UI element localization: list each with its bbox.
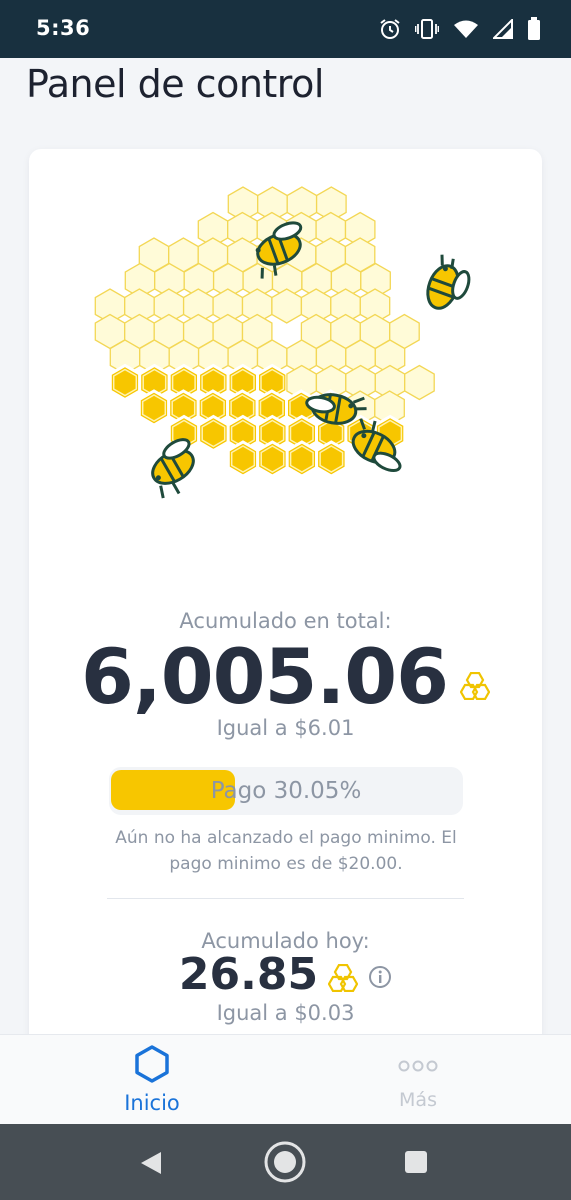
today-row: 26.85 — [29, 949, 542, 1000]
status-icons — [379, 16, 541, 42]
battery-icon — [528, 17, 540, 40]
total-value: 6,005.06 — [80, 632, 449, 721]
info-icon[interactable] — [368, 965, 392, 989]
status-time: 5:36 — [36, 16, 91, 40]
today-equal-usd: Igual a $0.03 — [216, 1001, 355, 1025]
honeycomb-cell-fill — [230, 445, 256, 473]
nav-item-label: Inicio — [124, 1091, 180, 1115]
payout-note: Aún no ha alcanzado el pago minimo. El p… — [115, 828, 457, 874]
honeycomb-cell-fill — [201, 419, 226, 448]
system-navigation-bar — [0, 1124, 571, 1200]
honey-icon — [460, 671, 491, 700]
bottom-navigation: Inicio Más — [0, 1034, 571, 1125]
vibrate-icon — [415, 19, 439, 39]
today-value: 26.85 — [178, 949, 319, 1000]
nav-item-mas[interactable]: Más — [348, 1045, 488, 1121]
nav-item-label: Más — [399, 1089, 437, 1111]
signal-icon — [493, 19, 513, 39]
wifi-icon — [454, 20, 478, 38]
total-label: Acumulado en total: — [179, 609, 392, 633]
divider — [107, 898, 464, 899]
honey-icon — [328, 963, 359, 992]
honeycomb-cell-fill — [141, 394, 167, 422]
honeycomb-cell-fill — [260, 445, 285, 473]
honeycomb-cell-fill — [289, 445, 314, 473]
recents-icon[interactable] — [404, 1150, 428, 1174]
honeycomb-cells — [94, 186, 435, 478]
bee-icon — [151, 438, 195, 499]
honeycomb-cell-fill — [319, 445, 344, 473]
honeycomb-cell — [404, 364, 435, 401]
honeycomb-illustration — [94, 186, 471, 499]
payout-progress-bar: Pago 30.05% — [109, 767, 463, 815]
alarm-icon — [380, 19, 400, 39]
earnings-card: Acumulado en total: 6,005.06 Igual a $6.… — [29, 149, 542, 1109]
more-dots-icon — [398, 1060, 438, 1072]
total-equal-usd: Igual a $6.01 — [216, 716, 355, 740]
back-icon[interactable] — [138, 1150, 164, 1176]
honeycomb-cell-fill — [112, 368, 138, 397]
bee-icon — [426, 254, 471, 310]
nav-item-inicio[interactable]: Inicio — [82, 1045, 222, 1121]
payout-progress-label: Pago 30.05% — [210, 778, 362, 804]
total-row: 6,005.06 — [29, 632, 542, 721]
status-bar: 5:36 — [0, 0, 571, 58]
honeycomb-cell — [271, 288, 303, 324]
hexagon-icon — [135, 1045, 169, 1083]
home-icon[interactable] — [263, 1140, 307, 1184]
page-title: Panel de control — [26, 62, 324, 106]
